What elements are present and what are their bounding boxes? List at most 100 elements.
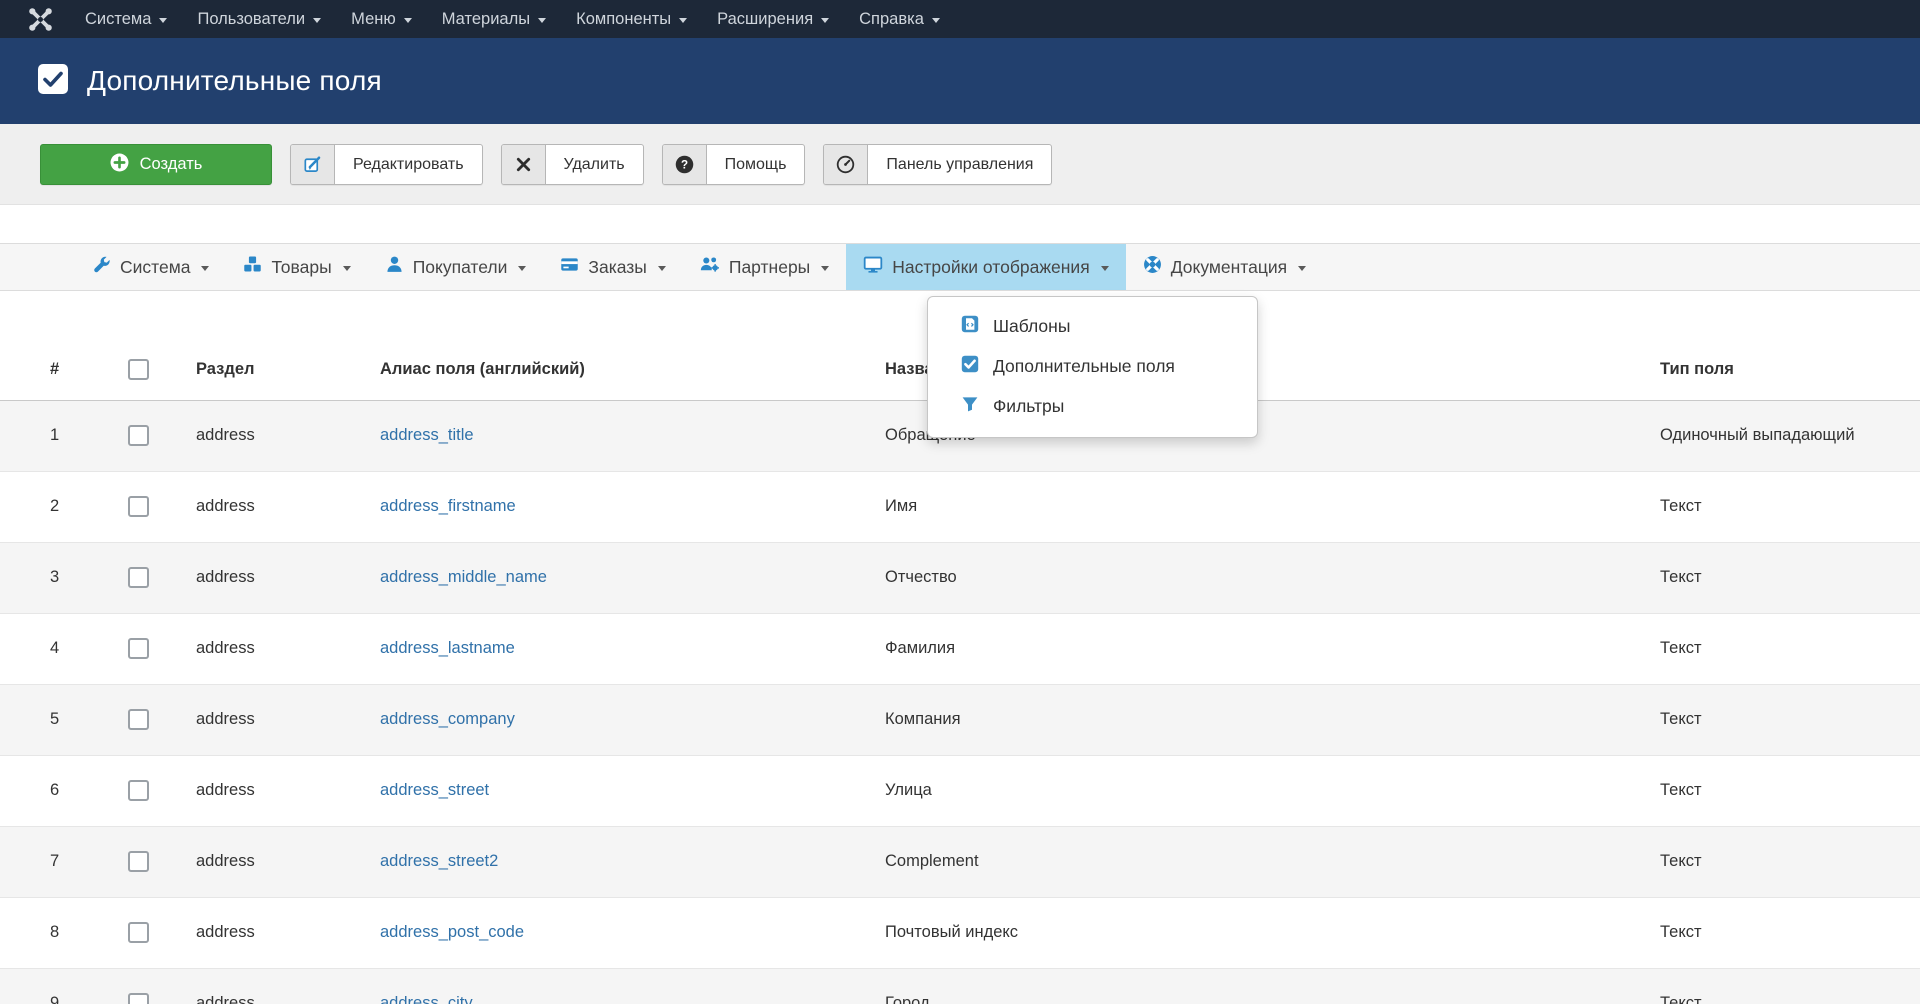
tab-partners[interactable]: Партнеры (683, 244, 846, 290)
tab-display-settings[interactable]: Настройки отображения (846, 244, 1125, 290)
page-header: Дополнительные поля (0, 38, 1920, 124)
plus-circle-icon (110, 153, 129, 177)
delete-button[interactable]: Удалить (501, 144, 644, 185)
chevron-down-icon (932, 18, 940, 23)
field-alias-link[interactable]: address_title (380, 426, 474, 444)
table-row: 4 address address_lastname Фамилия Текст (0, 613, 1920, 684)
cell-section: address (196, 684, 380, 755)
tab-products[interactable]: Товары (226, 244, 367, 290)
cell-type: Текст (1660, 826, 1920, 897)
edit-button[interactable]: Редактировать (290, 144, 483, 185)
help-button[interactable]: ? Помощь (662, 144, 806, 185)
dashboard-button[interactable]: Панель управления (823, 144, 1052, 185)
help-button-label: Помощь (707, 145, 805, 184)
fields-table: # Раздел Алиас поля (английский) Названи… (0, 340, 1920, 1004)
menu-system-label: Система (85, 10, 151, 29)
user-icon (385, 255, 404, 279)
menu-menus[interactable]: Меню (336, 0, 427, 38)
column-header-section: Раздел (196, 340, 380, 400)
page-title: Дополнительные поля (87, 65, 382, 97)
dropdown-item-custom-fields[interactable]: Дополнительные поля (928, 346, 1257, 386)
cell-name: Имя (885, 471, 1660, 542)
row-checkbox[interactable] (128, 922, 149, 943)
joomla-logo-icon[interactable] (27, 6, 54, 33)
menu-content-label: Материалы (442, 10, 530, 29)
cell-name: Complement (885, 826, 1660, 897)
menu-content[interactable]: Материалы (427, 0, 561, 38)
row-number: 2 (0, 471, 128, 542)
menu-help[interactable]: Справка (844, 0, 955, 38)
cell-section: address (196, 897, 380, 968)
row-checkbox[interactable] (128, 993, 149, 1004)
dropdown-item-templates[interactable]: Шаблоны (928, 306, 1257, 346)
row-checkbox[interactable] (128, 780, 149, 801)
dashboard-gauge-icon (824, 145, 868, 184)
monitor-icon (863, 255, 883, 279)
cell-type: Одиночный выпадающий (1660, 400, 1920, 471)
field-alias-link[interactable]: address_street2 (380, 852, 498, 870)
menu-components[interactable]: Компоненты (561, 0, 702, 38)
cell-section: address (196, 755, 380, 826)
filter-funnel-icon (961, 395, 979, 418)
tab-documentation[interactable]: Документация (1126, 244, 1323, 290)
life-ring-icon (1143, 255, 1162, 279)
component-nav: Система Товары Покупатели (0, 243, 1920, 291)
select-all-checkbox[interactable] (128, 359, 149, 380)
table-row: 8 address address_post_code Почтовый инд… (0, 897, 1920, 968)
table-row: 7 address address_street2 Complement Тек… (0, 826, 1920, 897)
row-checkbox[interactable] (128, 425, 149, 446)
tab-system-label: Система (120, 257, 190, 278)
tab-display-settings-label: Настройки отображения (892, 257, 1089, 278)
delete-button-label: Удалить (546, 145, 643, 184)
row-checkbox[interactable] (128, 638, 149, 659)
edit-button-label: Редактировать (335, 145, 482, 184)
cell-type: Текст (1660, 897, 1920, 968)
field-alias-link[interactable]: address_post_code (380, 923, 524, 941)
dropdown-item-filters-label: Фильтры (993, 396, 1064, 417)
menu-extensions[interactable]: Расширения (702, 0, 844, 38)
help-question-icon: ? (663, 145, 707, 184)
chevron-down-icon (1101, 266, 1109, 271)
menu-extensions-label: Расширения (717, 10, 813, 29)
cell-section: address (196, 613, 380, 684)
menu-users-label: Пользователи (197, 10, 305, 29)
chevron-down-icon (313, 18, 321, 23)
chevron-down-icon (538, 18, 546, 23)
chevron-down-icon (159, 18, 167, 23)
field-alias-link[interactable]: address_lastname (380, 639, 515, 657)
table-row: 5 address address_company Компания Текст (0, 684, 1920, 755)
menu-menus-label: Меню (351, 10, 396, 29)
field-alias-link[interactable]: address_street (380, 781, 489, 799)
row-checkbox[interactable] (128, 496, 149, 517)
cell-name: Отчество (885, 542, 1660, 613)
row-number: 8 (0, 897, 128, 968)
edit-icon (291, 145, 335, 184)
chevron-down-icon (518, 266, 526, 271)
row-checkbox[interactable] (128, 851, 149, 872)
row-number: 7 (0, 826, 128, 897)
menu-system[interactable]: Система (70, 0, 182, 38)
chevron-down-icon (679, 18, 687, 23)
create-button[interactable]: Создать (40, 144, 272, 185)
row-number: 6 (0, 755, 128, 826)
field-alias-link[interactable]: address_middle_name (380, 568, 547, 586)
table-row: 2 address address_firstname Имя Текст (0, 471, 1920, 542)
cell-section: address (196, 542, 380, 613)
tab-orders[interactable]: Заказы (543, 244, 682, 290)
field-alias-link[interactable]: address_firstname (380, 497, 516, 515)
tab-system[interactable]: Система (75, 244, 226, 290)
row-checkbox[interactable] (128, 709, 149, 730)
cell-name: Компания (885, 684, 1660, 755)
dropdown-item-custom-fields-label: Дополнительные поля (993, 356, 1175, 377)
row-checkbox[interactable] (128, 567, 149, 588)
field-alias-link[interactable]: address_company (380, 710, 515, 728)
create-button-label: Создать (140, 155, 203, 174)
row-number: 1 (0, 400, 128, 471)
tab-customers[interactable]: Покупатели (368, 244, 544, 290)
cell-type: Текст (1660, 471, 1920, 542)
cubes-icon (243, 255, 262, 279)
menu-users[interactable]: Пользователи (182, 0, 336, 38)
toolbar: Создать Редактировать Удалить ? Помощь (0, 124, 1920, 205)
field-alias-link[interactable]: address_city (380, 994, 473, 1004)
dropdown-item-filters[interactable]: Фильтры (928, 386, 1257, 426)
